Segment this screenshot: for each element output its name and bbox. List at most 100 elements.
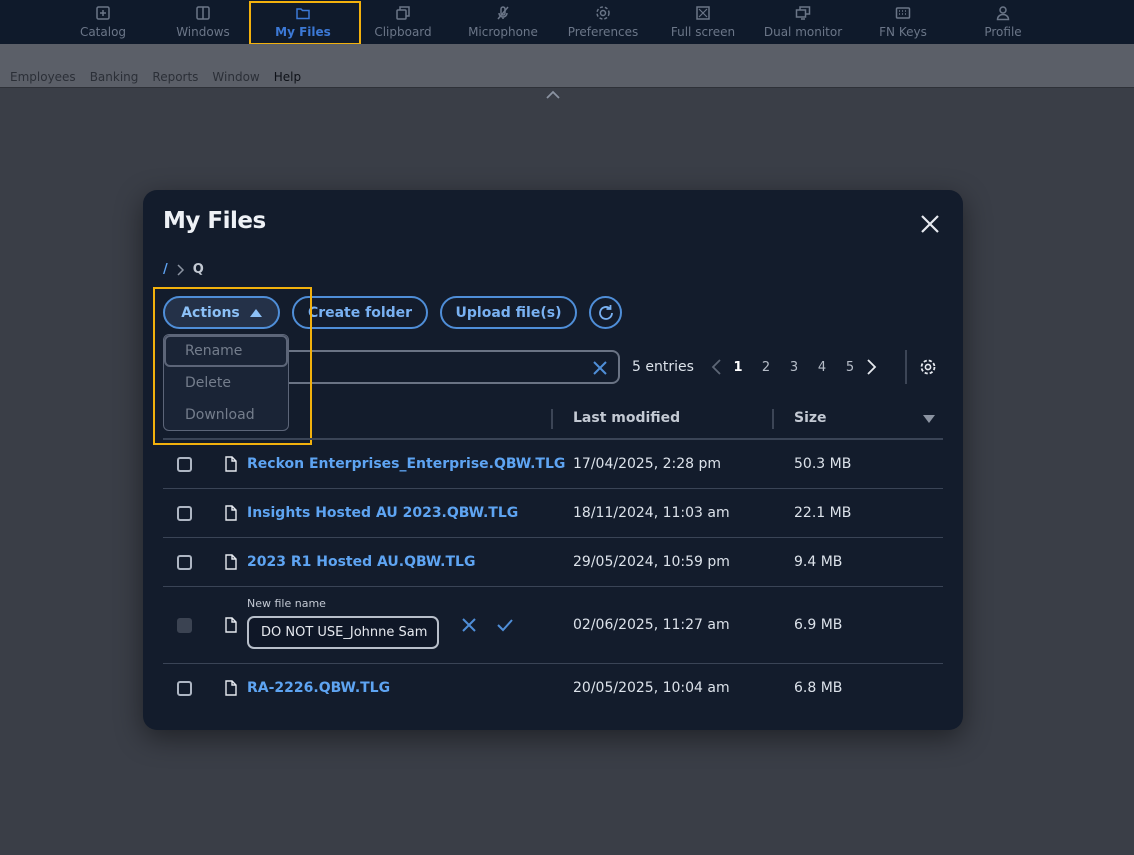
sort-down-icon[interactable]	[923, 415, 935, 423]
toolbar-dual-monitor[interactable]: Dual monitor	[753, 0, 853, 44]
menu-employees[interactable]: Employees	[10, 70, 76, 84]
page-4[interactable]: 4	[808, 360, 836, 375]
refresh-button[interactable]	[589, 296, 622, 329]
dialog-title: My Files	[163, 208, 266, 234]
page-1[interactable]: 1	[724, 360, 752, 375]
user-icon	[996, 6, 1010, 21]
file-size: 22.1 MB	[794, 505, 852, 521]
table-row[interactable]: Reckon Enterprises_Enterprise.QBW.TLG 17…	[163, 440, 943, 489]
toolbar-full-screen[interactable]: Full screen	[653, 0, 753, 44]
entries-count: 5 entries	[632, 359, 694, 375]
column-size[interactable]: Size	[794, 410, 827, 426]
chevron-right-icon[interactable]	[864, 358, 878, 376]
file-size: 6.9 MB	[794, 617, 843, 633]
column-divider	[772, 409, 774, 429]
chevron-left-icon[interactable]	[710, 358, 724, 376]
plus-square-icon	[96, 6, 110, 20]
row-checkbox	[177, 618, 192, 633]
file-size: 6.8 MB	[794, 680, 843, 696]
new-file-name-input[interactable]	[247, 616, 439, 649]
toolbar-clipboard[interactable]: Clipboard	[353, 0, 453, 44]
search-input[interactable]	[288, 350, 620, 384]
new-file-name-label: New file name	[247, 597, 326, 610]
menu-banking[interactable]: Banking	[90, 70, 139, 84]
table-row[interactable]: RA-2226.QBW.TLG 20/05/2025, 10:04 am 6.8…	[163, 664, 943, 713]
gear-icon[interactable]	[919, 358, 937, 376]
column-divider	[551, 409, 553, 429]
menu-window[interactable]: Window	[212, 70, 259, 84]
upload-files-button[interactable]: Upload file(s)	[440, 296, 577, 329]
toolbar-full-screen-label: Full screen	[670, 25, 736, 39]
toolbar-catalog-label: Catalog	[79, 25, 127, 39]
page-2[interactable]: 2	[752, 360, 780, 375]
file-name-link[interactable]: Insights Hosted AU 2023.QBW.TLG	[247, 505, 518, 521]
file-icon	[225, 456, 237, 472]
create-folder-button[interactable]: Create folder	[292, 296, 428, 329]
toolbar-microphone-label: Microphone	[468, 25, 538, 39]
file-icon	[225, 680, 237, 696]
clipboard-icon	[396, 6, 410, 20]
pager-divider	[905, 350, 907, 384]
file-modified: 20/05/2025, 10:04 am	[573, 680, 730, 696]
row-checkbox[interactable]	[177, 555, 192, 570]
my-files-highlight	[249, 1, 361, 45]
file-icon	[225, 617, 237, 633]
menu-help[interactable]: Help	[274, 70, 301, 84]
top-toolbar: Catalog Windows My Files Clipboard Micro…	[0, 0, 1134, 45]
close-icon[interactable]	[918, 212, 942, 236]
breadcrumb-current: Q	[192, 262, 204, 277]
page-3[interactable]: 3	[780, 360, 808, 375]
toolbar-profile[interactable]: Profile	[953, 0, 1053, 44]
file-icon	[225, 505, 237, 521]
row-checkbox[interactable]	[177, 457, 192, 472]
table-row[interactable]: Insights Hosted AU 2023.QBW.TLG 18/11/20…	[163, 489, 943, 538]
my-files-dialog: My Files / Q Actions Create folder Uploa…	[143, 190, 963, 730]
table-row-renaming[interactable]: New file name 02/06/2025, 11:27 am 6.9 M…	[163, 587, 943, 664]
file-name-link[interactable]: RA-2226.QBW.TLG	[247, 680, 390, 696]
toolbar-dual-monitor-label: Dual monitor	[763, 25, 843, 39]
table-row[interactable]: 2023 R1 Hosted AU.QBW.TLG 29/05/2024, 10…	[163, 538, 943, 587]
file-name-link[interactable]: Reckon Enterprises_Enterprise.QBW.TLG	[247, 456, 565, 472]
breadcrumb-root[interactable]: /	[163, 262, 168, 277]
toolbar-preferences-label: Preferences	[567, 25, 639, 39]
file-modified: 18/11/2024, 11:03 am	[573, 505, 730, 521]
file-modified: 17/04/2025, 2:28 pm	[573, 456, 722, 472]
chevron-up-icon[interactable]	[545, 90, 561, 100]
gear-icon	[596, 6, 610, 20]
cancel-rename-icon[interactable]	[461, 617, 477, 633]
clear-search-icon[interactable]	[591, 359, 609, 377]
toolbar-catalog[interactable]: Catalog	[53, 0, 153, 44]
toolbar-profile-label: Profile	[984, 25, 1022, 39]
page-5[interactable]: 5	[836, 360, 864, 375]
confirm-rename-icon[interactable]	[496, 617, 514, 633]
toolbar-fn-keys-label: FN Keys	[879, 25, 927, 39]
window-icon	[196, 6, 210, 20]
file-name-link[interactable]: 2023 R1 Hosted AU.QBW.TLG	[247, 554, 475, 570]
toolbar-preferences[interactable]: Preferences	[553, 0, 653, 44]
toolbar-clipboard-label: Clipboard	[374, 25, 432, 39]
pagination: 1 2 3 4 5	[710, 356, 878, 378]
fullscreen-icon	[696, 6, 710, 20]
file-size: 9.4 MB	[794, 554, 843, 570]
menu-reports[interactable]: Reports	[152, 70, 198, 84]
file-size: 50.3 MB	[794, 456, 852, 472]
file-modified: 02/06/2025, 11:27 am	[573, 617, 730, 633]
menu-bar: Employees Banking Reports Window Help	[0, 44, 1134, 99]
toolbar-microphone[interactable]: Microphone	[453, 0, 553, 44]
table-header: Last modified Size	[163, 402, 943, 440]
app-menu: Employees Banking Reports Window Help	[10, 70, 315, 84]
microphone-off-icon	[497, 6, 509, 20]
row-checkbox[interactable]	[177, 506, 192, 521]
column-last-modified[interactable]: Last modified	[573, 410, 680, 426]
dual-monitor-icon	[795, 6, 811, 20]
toolbar-windows-label: Windows	[176, 25, 230, 39]
toolbar-windows[interactable]: Windows	[153, 0, 253, 44]
keyboard-icon	[895, 7, 911, 19]
file-modified: 29/05/2024, 10:59 pm	[573, 554, 730, 570]
breadcrumb: / Q	[163, 262, 204, 277]
refresh-icon	[598, 304, 613, 320]
chevron-right-icon	[177, 263, 184, 276]
toolbar-fn-keys[interactable]: FN Keys	[853, 0, 953, 44]
row-checkbox[interactable]	[177, 681, 192, 696]
file-icon	[225, 554, 237, 570]
